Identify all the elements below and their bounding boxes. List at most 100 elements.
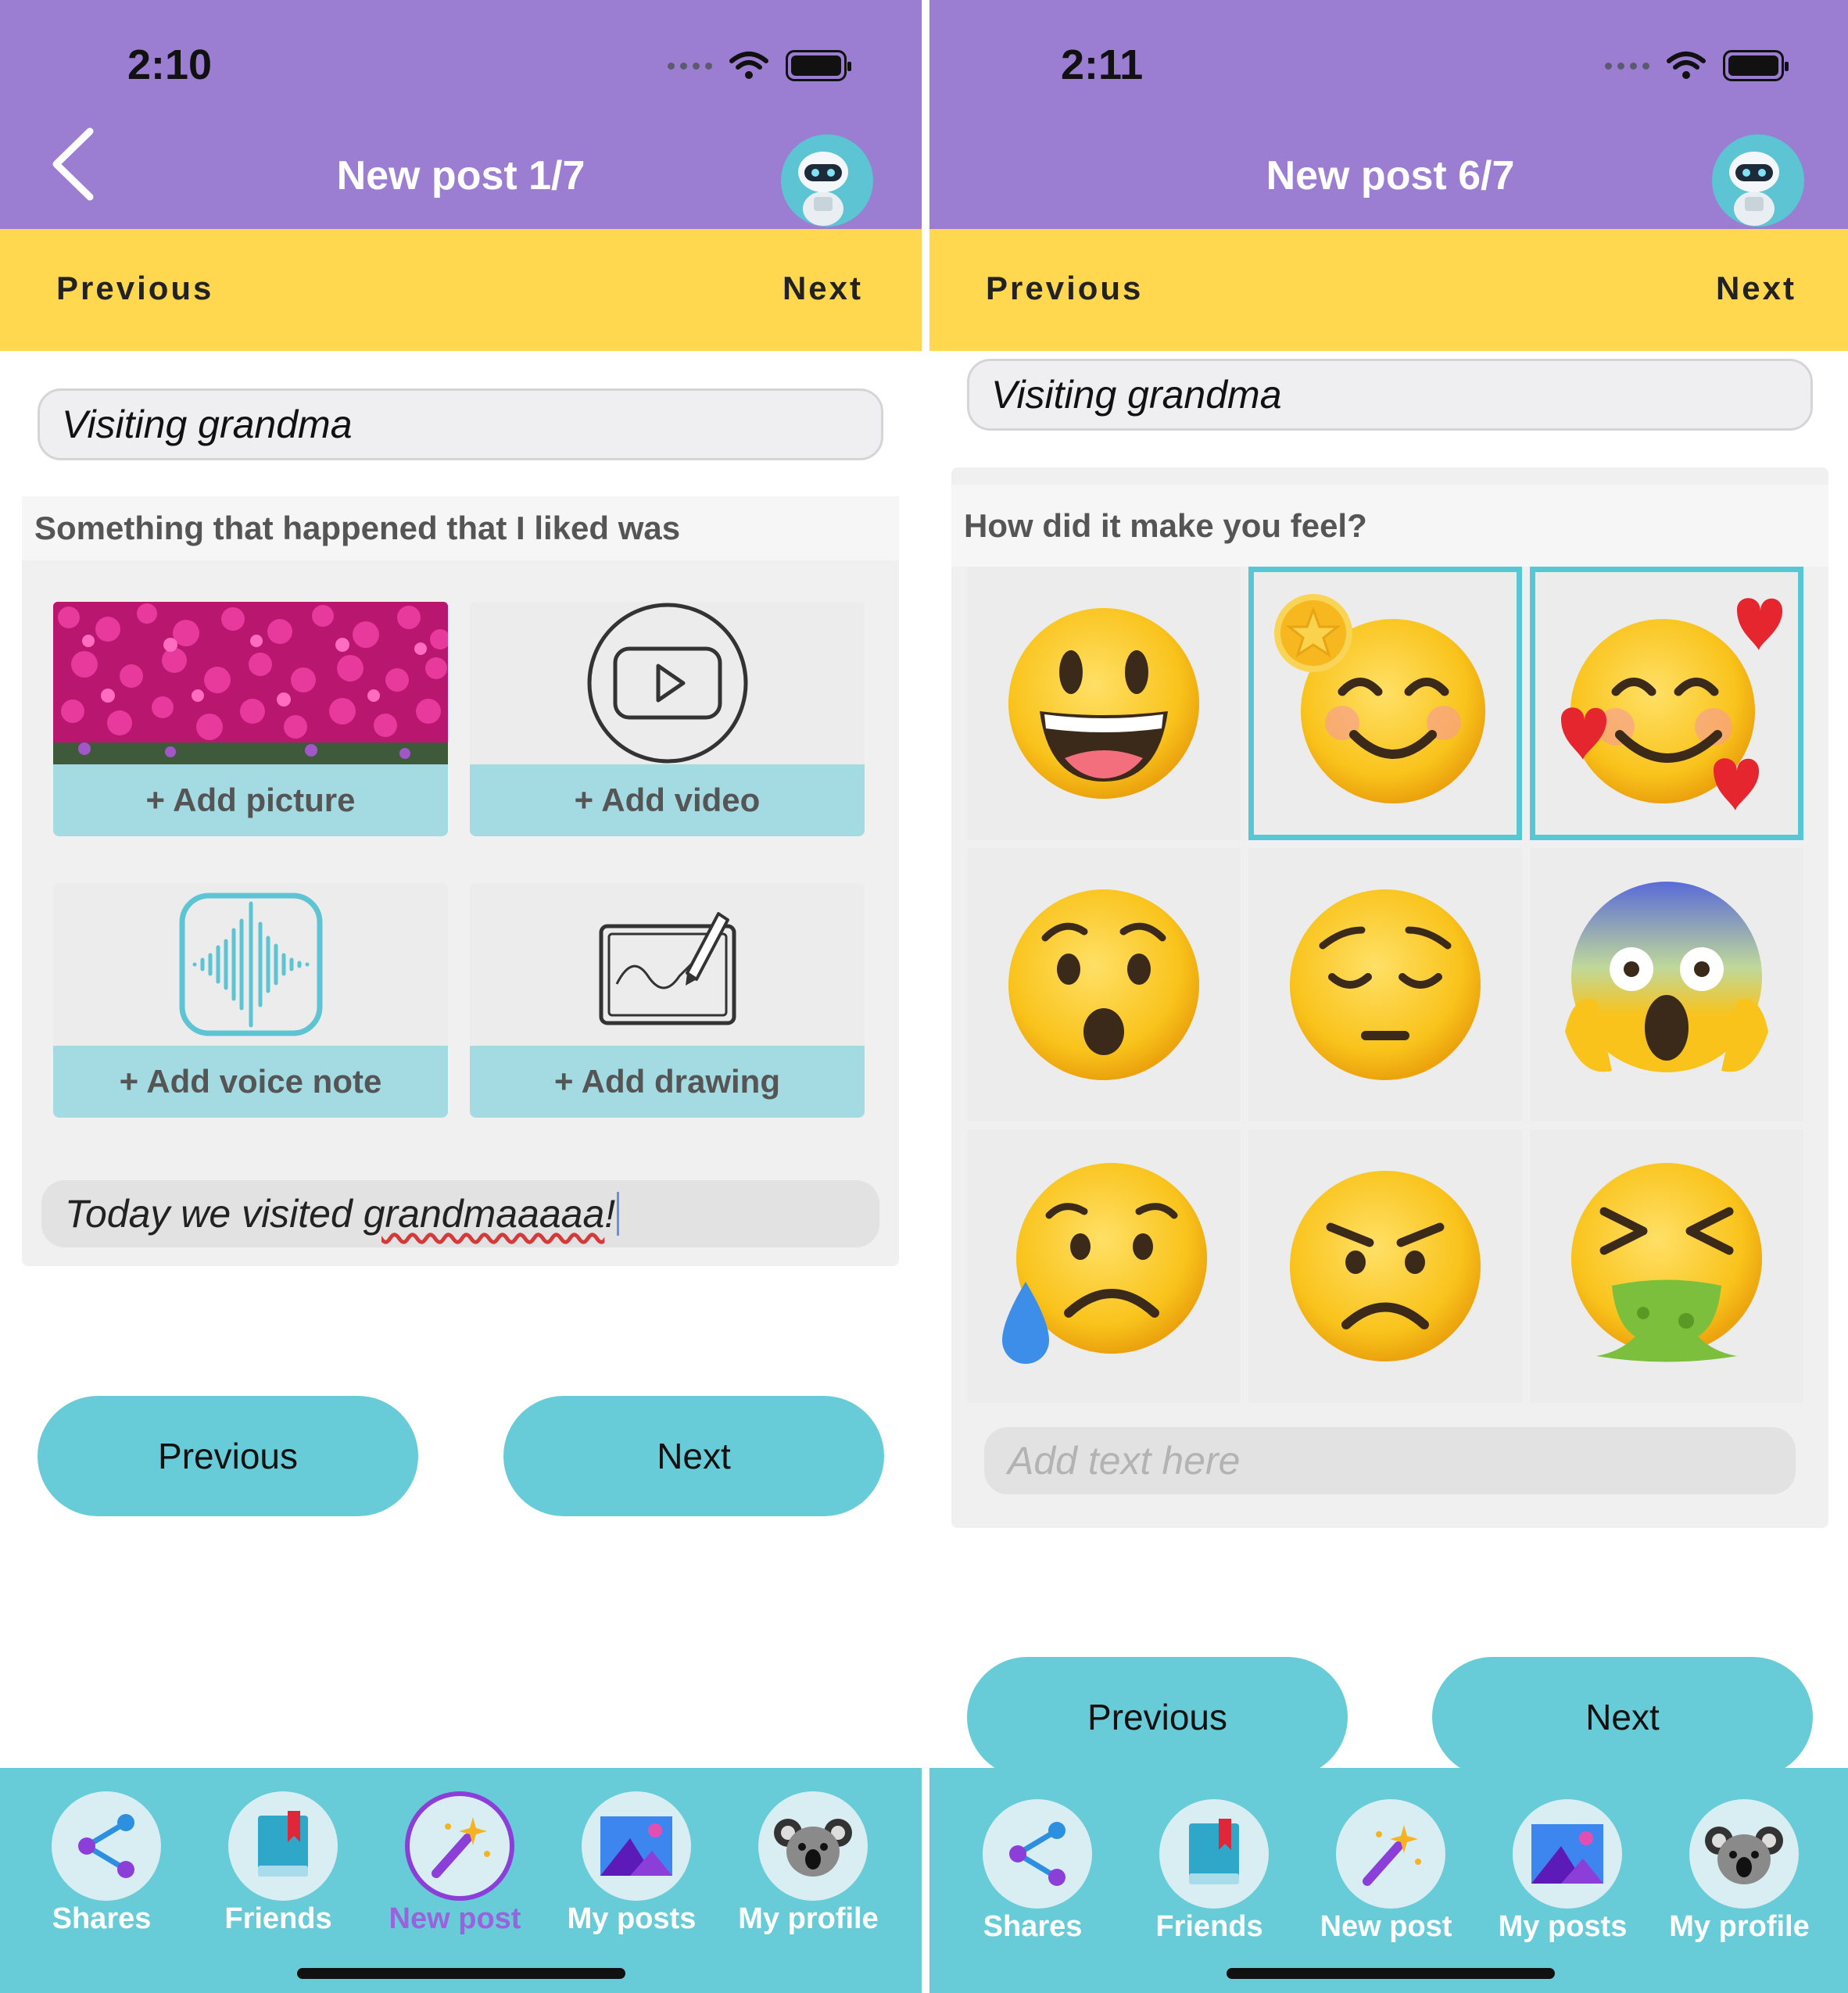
stepbar-next-link[interactable]: Next xyxy=(1716,270,1796,307)
header-bar: 2:10 New post 1/7 xyxy=(0,0,922,229)
feelings-text-field[interactable]: Add text here xyxy=(984,1427,1796,1494)
play-video-icon xyxy=(587,603,747,764)
tab-label: Friends xyxy=(1155,1910,1263,1943)
smiling-face-icon xyxy=(1274,594,1485,803)
post-title-input[interactable]: Visiting grandma xyxy=(38,388,883,460)
prompt-heading: How did it make you feel? xyxy=(951,485,1828,567)
signal-icon xyxy=(668,62,712,70)
signal-icon xyxy=(1605,62,1649,70)
tab-label: Shares xyxy=(983,1910,1083,1943)
add-video-label: + Add video xyxy=(470,764,865,836)
entry-text: Today we visited xyxy=(65,1192,364,1236)
koala-icon xyxy=(758,1791,868,1901)
text-caret xyxy=(617,1192,620,1236)
add-drawing-label: + Add drawing xyxy=(470,1046,865,1118)
post-title-input[interactable]: Visiting grandma xyxy=(967,359,1813,431)
pensive-face-icon xyxy=(1290,889,1481,1080)
wifi-icon xyxy=(729,52,768,79)
tab-friends[interactable]: Friends xyxy=(200,1791,356,1948)
page-title: New post 6/7 xyxy=(1266,153,1515,199)
tab-my-profile[interactable]: My profile xyxy=(1661,1799,1818,1955)
screen-new-post-step-6: 2:11 New post 6/7 Previous Next Visiting… xyxy=(929,0,1848,1993)
tab-shares[interactable]: Shares xyxy=(954,1799,1111,1955)
screen-new-post-step-1: 2:10 New post 1/7 Previous Next Visiting… xyxy=(0,0,922,1993)
status-icons xyxy=(668,50,851,81)
tab-friends[interactable]: Friends xyxy=(1131,1799,1288,1955)
screaming-face-icon xyxy=(1565,882,1768,1072)
stepbar-previous-link[interactable]: Previous xyxy=(56,270,213,307)
tab-label: My posts xyxy=(567,1902,697,1935)
emotion-loved[interactable] xyxy=(1530,567,1803,840)
share-icon xyxy=(52,1791,161,1901)
emotion-scared[interactable] xyxy=(1530,848,1803,1122)
prompt-heading: Something that happened that I liked was xyxy=(22,496,899,560)
previous-button[interactable]: Previous xyxy=(967,1657,1348,1777)
emotion-pensive[interactable] xyxy=(1248,848,1522,1122)
tab-new-post[interactable]: New post xyxy=(1308,1799,1464,1955)
magic-wand-icon xyxy=(1336,1799,1445,1909)
add-picture-label: + Add picture xyxy=(53,764,448,836)
add-voice-note-tile[interactable]: + Add voice note xyxy=(53,883,448,1118)
share-icon xyxy=(983,1799,1092,1909)
battery-icon xyxy=(1723,50,1789,81)
robot-avatar-icon[interactable] xyxy=(781,134,873,227)
add-video-tile[interactable]: + Add video xyxy=(470,602,865,836)
screen-divider xyxy=(922,0,929,1993)
status-icons xyxy=(1605,50,1789,81)
feelings-card: How did it make you feel? Add text here xyxy=(951,467,1828,1528)
stepbar-next-link[interactable]: Next xyxy=(783,270,863,307)
tab-my-posts[interactable]: My posts xyxy=(1484,1799,1641,1955)
emotion-angry[interactable] xyxy=(1248,1129,1522,1403)
header-bar: 2:11 New post 6/7 xyxy=(929,0,1848,229)
koala-icon xyxy=(1689,1799,1799,1909)
emotion-smiling[interactable] xyxy=(1248,567,1522,840)
tab-label: New post xyxy=(1320,1910,1452,1943)
drawing-tablet-icon xyxy=(599,912,736,1025)
tab-my-posts[interactable]: My posts xyxy=(553,1791,710,1948)
tab-label: My profile xyxy=(1669,1910,1810,1943)
tab-label: Shares xyxy=(52,1902,152,1935)
status-time: 2:10 xyxy=(127,41,213,88)
bottom-tab-bar: Shares Friends New post My posts My prof… xyxy=(0,1768,922,1993)
tab-label: Friends xyxy=(224,1902,332,1935)
next-button[interactable]: Next xyxy=(1432,1657,1813,1777)
tab-label: My profile xyxy=(738,1902,879,1935)
book-icon xyxy=(228,1791,338,1901)
emotion-surprised[interactable] xyxy=(967,848,1241,1122)
tab-my-profile[interactable]: My profile xyxy=(730,1791,886,1948)
emotion-worried[interactable] xyxy=(967,1129,1241,1403)
entry-misspelled-word: grandmaaaaa xyxy=(363,1192,605,1236)
battery-icon xyxy=(786,50,851,81)
stepbar-previous-link[interactable]: Previous xyxy=(986,270,1143,307)
robot-avatar-icon[interactable] xyxy=(1712,134,1804,227)
status-time: 2:11 xyxy=(1061,41,1144,88)
add-drawing-tile[interactable]: + Add drawing xyxy=(470,883,865,1118)
emotion-disgusted[interactable] xyxy=(1530,1129,1803,1403)
vomiting-face-icon xyxy=(1571,1163,1762,1362)
bottom-tab-bar: Shares Friends New post My posts My prof… xyxy=(929,1768,1848,1993)
picture-icon xyxy=(1513,1799,1622,1909)
step-navigation-bar: Previous Next xyxy=(929,229,1848,351)
next-button[interactable]: Next xyxy=(503,1396,884,1516)
flowers-photo xyxy=(53,602,448,764)
home-indicator[interactable] xyxy=(297,1968,625,1979)
home-indicator[interactable] xyxy=(1227,1968,1555,1979)
step-navigation-bar: Previous Next xyxy=(0,229,922,351)
grinning-face-icon xyxy=(1008,608,1199,799)
wifi-icon xyxy=(1667,52,1706,79)
previous-button[interactable]: Previous xyxy=(38,1396,418,1516)
book-icon xyxy=(1159,1799,1269,1909)
entry-text-end: ! xyxy=(604,1192,616,1236)
picture-icon xyxy=(582,1791,691,1901)
tab-shares[interactable]: Shares xyxy=(23,1791,180,1948)
tab-label: New post xyxy=(389,1902,521,1935)
prompt-card: Something that happened that I liked was xyxy=(22,496,899,1266)
entry-text-field[interactable]: Today we visited grandmaaaaa! xyxy=(41,1180,879,1247)
add-voice-note-label: + Add voice note xyxy=(53,1046,448,1118)
tab-new-post[interactable]: New post xyxy=(377,1791,533,1948)
emotion-grinning[interactable] xyxy=(967,567,1241,840)
smiling-face-with-hearts-icon xyxy=(1561,598,1783,810)
magic-wand-icon xyxy=(405,1791,514,1901)
add-picture-tile[interactable]: + Add picture xyxy=(53,602,448,836)
angry-face-icon xyxy=(1290,1171,1481,1361)
